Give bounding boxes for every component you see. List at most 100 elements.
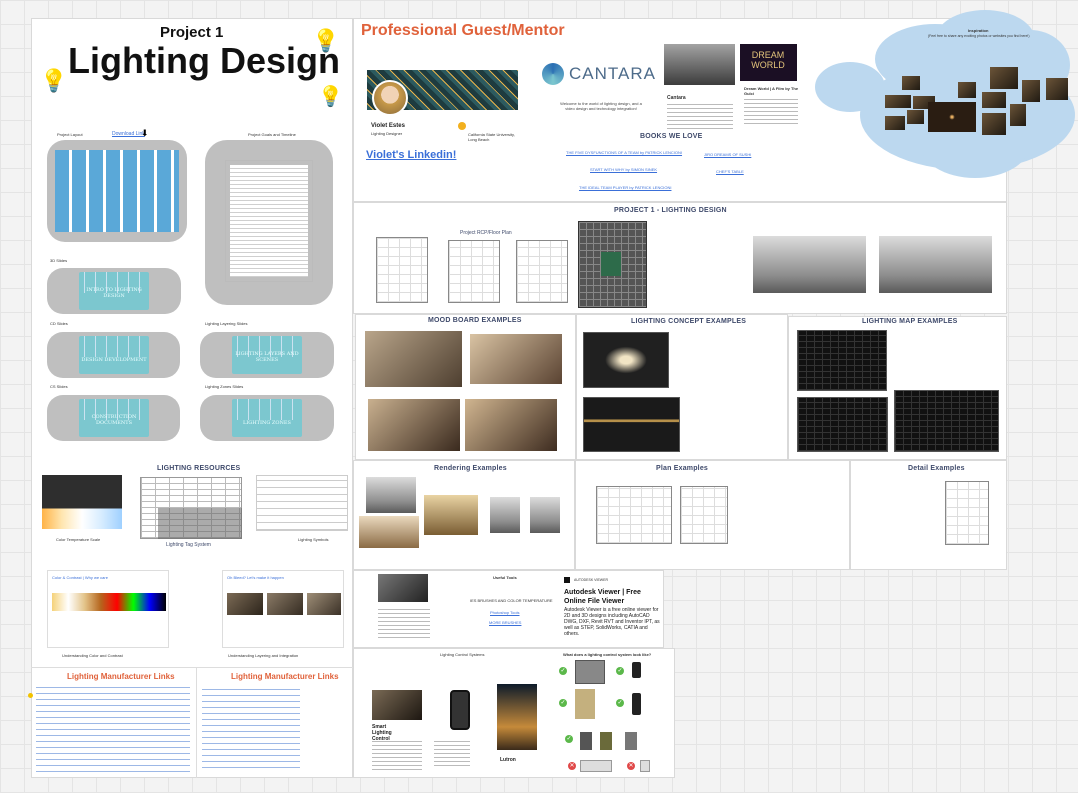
book-link[interactable]: CHEF'S TABLE <box>716 169 744 174</box>
color-contrast-slide-title: Color & Contrast | Why we care <box>52 575 108 580</box>
check-icon: ✓ <box>616 667 624 675</box>
download-link[interactable]: Download Link <box>112 131 145 137</box>
rendering-image[interactable] <box>530 497 560 533</box>
lighting-symbols-image[interactable] <box>256 475 348 531</box>
detail-image[interactable] <box>945 481 989 545</box>
photoshop-tools-link[interactable]: Photoshop Tools <box>490 610 520 615</box>
rendering-image[interactable] <box>424 495 478 535</box>
control-device[interactable] <box>580 732 592 750</box>
slide-card[interactable]: DESIGN DEVELOPMENT <box>47 332 180 378</box>
color-temperature-image[interactable] <box>42 475 122 529</box>
cantara-logo-icon <box>542 63 564 85</box>
cantara-wordmark[interactable]: CANTARA <box>569 64 656 84</box>
cantara-description: Welcome to the world of lighting design,… <box>560 101 642 111</box>
slide-caption: CONSTRUCTION DOCUMENTS <box>91 413 137 426</box>
plan-image[interactable] <box>596 486 672 544</box>
manufacturer-links-list-1[interactable] <box>36 686 190 772</box>
book-link[interactable]: THE IDEAL TEAM PLAYER by PATRICK LENCION… <box>579 185 671 190</box>
layering-slide-title: Oh Bleed? Let's make it happen <box>227 575 284 580</box>
phone-image[interactable] <box>450 690 470 730</box>
download-icon[interactable]: ⬇ <box>141 128 149 139</box>
control-device[interactable] <box>625 732 637 750</box>
inspiration-photo[interactable] <box>885 95 911 108</box>
lighting-map-image[interactable] <box>797 397 888 452</box>
inspiration-photo[interactable] <box>1022 80 1040 102</box>
color-temperature-caption: Color Temperature Scale <box>56 537 101 542</box>
control-device[interactable] <box>580 760 612 772</box>
dream-world-caption: Dream World | A Film by The Gulci <box>744 86 799 96</box>
linkedin-link[interactable]: Violet's Linkedin! <box>366 149 456 161</box>
dream-world-thumb[interactable]: DREAM WORLD <box>740 44 797 81</box>
control-device[interactable] <box>640 760 650 772</box>
inspiration-photo[interactable] <box>990 67 1018 89</box>
project-render[interactable] <box>879 236 992 293</box>
slides-label: CD Slides <box>50 321 68 326</box>
book-link[interactable]: JIRO DREAMS OF SUSHI <box>704 152 751 157</box>
control-caption-2: Lutron <box>500 757 516 763</box>
mood-board-image[interactable] <box>368 399 460 451</box>
concept-image[interactable] <box>583 332 669 388</box>
floor-plan[interactable] <box>516 240 568 303</box>
control-device[interactable] <box>632 693 641 715</box>
project-layout-card[interactable] <box>47 140 187 242</box>
cross-icon: ✕ <box>627 762 635 770</box>
lutron-photo[interactable] <box>497 684 537 750</box>
inspiration-photo[interactable] <box>982 92 1006 108</box>
rendering-image[interactable] <box>359 516 419 548</box>
inspiration-photo[interactable] <box>1010 104 1026 126</box>
slide-card[interactable]: INTRO TO LIGHTING DESIGN <box>47 268 181 314</box>
control-systems-title: Lighting Control Systems <box>440 652 485 657</box>
plan-image[interactable] <box>680 486 728 544</box>
slide-card[interactable]: CONSTRUCTION DOCUMENTS <box>47 395 180 441</box>
control-device[interactable] <box>575 689 595 719</box>
inspiration-photo[interactable] <box>1046 78 1068 100</box>
mentor-heading: Professional Guest/Mentor <box>361 22 565 39</box>
mood-board-image[interactable] <box>470 334 562 384</box>
slides-label: 3D Slides <box>50 258 68 263</box>
mood-board-image[interactable] <box>465 399 557 451</box>
control-device[interactable] <box>575 660 605 684</box>
slide-card[interactable]: LIGHTING LAYERS AND SCENES <box>200 332 334 378</box>
lighting-map-image[interactable] <box>894 390 999 452</box>
lightbulb-icon: 💡 <box>318 86 343 108</box>
inspiration-photo[interactable] <box>885 116 905 130</box>
book-link[interactable]: THE FIVE DYSFUNCTIONS OF A TEAM by PATRI… <box>566 150 682 155</box>
mood-board-image[interactable] <box>365 331 462 387</box>
project-render[interactable] <box>753 236 866 293</box>
inspiration-photo[interactable] <box>902 76 920 90</box>
lighting-symbols-caption: Lighting Symbols <box>298 537 329 542</box>
book-link[interactable]: START WITH WHY by SIMON SINEK <box>590 167 657 172</box>
floor-plan[interactable] <box>448 240 500 303</box>
control-photo[interactable] <box>372 690 422 720</box>
rcp-label: Project RCP/Floor Plan <box>460 230 512 236</box>
project-goals-card[interactable] <box>205 140 333 305</box>
slide-caption: LIGHTING LAYERS AND SCENES <box>235 350 299 363</box>
useful-tools-thumb[interactable] <box>378 574 428 602</box>
rendering-image[interactable] <box>366 477 416 513</box>
floor-plan[interactable] <box>376 237 428 303</box>
check-icon: ✓ <box>559 699 567 707</box>
avatar <box>372 80 408 116</box>
autodesk-logo-icon <box>564 577 570 583</box>
rendering-title: Rendering Examples <box>434 465 507 472</box>
cantara-video-thumb[interactable] <box>664 44 735 85</box>
inspiration-photo[interactable] <box>907 110 924 124</box>
cantara-caption: Cantara <box>667 95 686 101</box>
more-brushes-link[interactable]: MORE BRUSHES <box>489 620 521 625</box>
lightbulb-icon: 💡 <box>40 68 68 93</box>
manufacturer-links-list-2[interactable] <box>202 688 300 768</box>
color-contrast-slide[interactable]: Color & Contrast | Why we care <box>47 570 169 648</box>
lighting-concept-title: LIGHTING CONCEPT EXAMPLES <box>631 318 747 325</box>
concept-image[interactable] <box>583 397 680 452</box>
inspiration-photo[interactable] <box>928 102 976 132</box>
control-device[interactable] <box>600 732 612 750</box>
inspiration-photo[interactable] <box>958 82 976 98</box>
layering-slide[interactable]: Oh Bleed? Let's make it happen <box>222 570 344 648</box>
lighting-map-image[interactable] <box>797 330 887 391</box>
control-device[interactable] <box>632 662 641 678</box>
inspiration-photo[interactable] <box>982 113 1006 135</box>
slide-card[interactable]: LIGHTING ZONES <box>200 395 334 441</box>
lighting-tag-caption: Lighting Tag System <box>166 542 211 548</box>
rcp-image[interactable] <box>578 221 647 308</box>
rendering-image[interactable] <box>490 497 520 533</box>
